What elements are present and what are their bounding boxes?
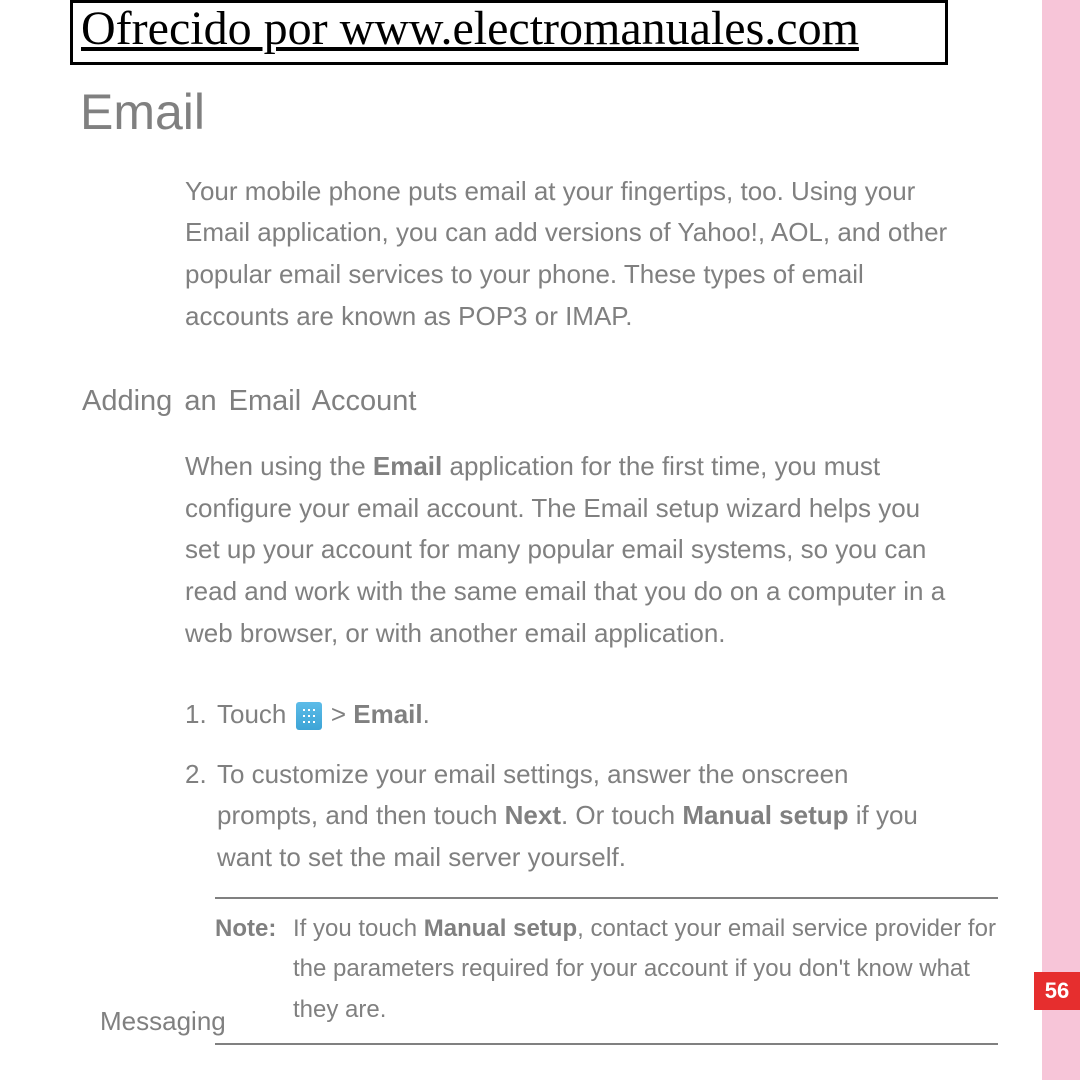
footer-chapter: Messaging <box>100 1006 226 1037</box>
watermark-box: Ofrecido por www.electromanuales.com <box>70 0 948 65</box>
text-fragment: . Or touch <box>561 800 682 830</box>
bold-email: Email <box>353 699 422 729</box>
subsection-body: When using the Email application for the… <box>185 446 948 654</box>
text-fragment: If you touch <box>293 915 424 942</box>
bold-manual-setup: Manual setup <box>424 915 577 942</box>
apps-grid-icon <box>296 702 322 730</box>
text-fragment: . <box>423 699 430 729</box>
step-number: 1. <box>185 694 217 736</box>
watermark-text: Ofrecido por www.electromanuales.com <box>81 2 859 55</box>
step-2: 2. To customize your email settings, ans… <box>185 754 948 879</box>
subsection-heading: Adding an Email Account <box>82 385 1018 418</box>
text-fragment: Touch <box>217 699 294 729</box>
steps-list: 1. Touch > Email. 2. To customize your e… <box>185 694 948 878</box>
bold-manual-setup: Manual setup <box>682 800 848 830</box>
text-fragment: > <box>324 699 354 729</box>
section-intro: Your mobile phone puts email at your fin… <box>185 171 948 337</box>
page-content: Ofrecido por www.electromanuales.com Ema… <box>0 0 1018 1080</box>
note-label: Note: <box>215 909 293 1031</box>
section-title: Email <box>80 83 1018 141</box>
note-block: Note: If you touch Manual setup, contact… <box>215 897 998 1045</box>
step-content: Touch > Email. <box>217 694 948 736</box>
step-1: 1. Touch > Email. <box>185 694 948 736</box>
text-fragment: When using the <box>185 451 373 481</box>
bold-next: Next <box>505 800 561 830</box>
page-number-badge: 56 <box>1034 972 1080 1010</box>
step-number: 2. <box>185 754 217 879</box>
note-text: If you touch Manual setup, contact your … <box>293 909 998 1031</box>
step-content: To customize your email settings, answer… <box>217 754 948 879</box>
sidebar-strip <box>1042 0 1080 1080</box>
bold-email: Email <box>373 451 442 481</box>
